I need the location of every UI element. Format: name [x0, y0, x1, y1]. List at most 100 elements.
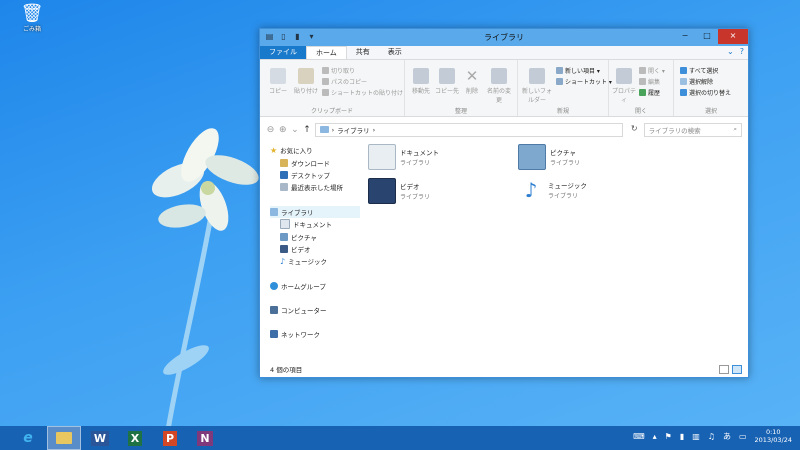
volume-icon[interactable]: ♫ — [708, 432, 715, 441]
recent-dropdown-icon[interactable]: ⌄ — [290, 125, 299, 135]
paste-shortcut-button[interactable]: ショートカットの貼り付け — [322, 88, 403, 97]
libraries-icon — [270, 207, 278, 216]
tab-view[interactable]: 表示 — [379, 46, 411, 59]
open-button[interactable]: 開く ▾ — [639, 66, 665, 75]
expand-ribbon-icon[interactable]: ⌄ — [727, 47, 734, 56]
nav-network[interactable]: ネットワーク — [270, 328, 360, 340]
rename-button[interactable]: 名前の変更 — [485, 68, 513, 104]
documents-icon — [280, 219, 290, 230]
explorer-app-icon[interactable] — [47, 426, 81, 450]
copy-to-button[interactable]: コピー先 — [435, 68, 459, 95]
content-pane: ドキュメント ライブラリ ピクチャ ライブラリ ビデオ ライブラリ ♪ ミュージックラ… — [368, 144, 738, 364]
copy-path-button[interactable]: パスのコピー — [322, 77, 367, 86]
paste-button[interactable]: 貼り付け — [292, 68, 320, 95]
cut-button[interactable]: 切り取り — [322, 66, 355, 75]
ie-app-icon[interactable]: e — [12, 427, 44, 449]
shortcut-button[interactable]: ショートカット ▾ — [556, 77, 612, 86]
select-none-icon — [680, 78, 687, 85]
word-app-icon[interactable]: W — [84, 427, 116, 449]
select-all-icon — [680, 67, 687, 74]
new-folder-icon — [529, 68, 545, 84]
desktop-icon — [280, 170, 288, 179]
nav-downloads[interactable]: ダウンロード — [270, 156, 360, 168]
new-item-button[interactable]: 新しい項目 ▾ — [556, 66, 600, 75]
invert-selection-icon — [680, 89, 687, 96]
up-arrow-icon[interactable]: ↑ — [302, 125, 311, 135]
nav-homegroup[interactable]: ホームグループ — [270, 280, 360, 292]
tab-share[interactable]: 共有 — [347, 46, 379, 59]
nav-recent[interactable]: 最近表示した場所 — [270, 181, 360, 193]
nav-videos[interactable]: ビデオ — [270, 243, 360, 255]
keyboard-icon[interactable]: ⌨ — [633, 432, 645, 441]
properties-button[interactable]: プロパティ — [611, 68, 637, 104]
new-group: 新しいフォルダー 新しい項目 ▾ ショートカット ▾ 新規 — [518, 60, 612, 116]
history-button[interactable]: 履歴 — [639, 88, 660, 97]
maximize-button[interactable]: □ — [696, 29, 718, 44]
network-tray-icon[interactable]: ▥ — [692, 432, 700, 441]
delete-button[interactable]: ✕ 削除 — [461, 68, 483, 95]
new-item-icon — [556, 67, 563, 74]
edit-icon — [639, 78, 646, 85]
scissors-icon — [322, 67, 329, 74]
excel-app-icon[interactable]: X — [119, 427, 151, 449]
flag-icon[interactable]: ⚑ — [665, 432, 672, 441]
organize-group: 移動先 コピー先 ✕ 削除 名前の変更 整理 — [405, 60, 518, 116]
music-note-icon: ♪ — [280, 256, 286, 266]
select-group: すべて選択 選択解除 選択の切り替え 選択 — [674, 60, 748, 116]
nav-documents[interactable]: ドキュメント — [270, 218, 360, 230]
invert-selection-button[interactable]: 選択の切り替え — [680, 88, 731, 97]
minimize-button[interactable]: − — [674, 29, 696, 44]
open-group: プロパティ 開く ▾ 編集 履歴 開く — [609, 60, 674, 116]
videos-icon — [280, 244, 288, 253]
homegroup-icon — [270, 281, 278, 290]
select-none-button[interactable]: 選択解除 — [680, 77, 713, 86]
library-documents[interactable]: ドキュメント ライブラリ — [368, 144, 439, 170]
notification-icon[interactable]: ▭ — [739, 432, 747, 441]
navigation-bar: ⊖ ⊕ ⌄ ↑ › ライブラリ › ↻ ライブラリの検索 ⌕ — [260, 121, 748, 138]
select-all-button[interactable]: すべて選択 — [680, 66, 718, 75]
nav-music[interactable]: ♪ ミュージック — [270, 255, 360, 267]
copy-icon — [270, 68, 286, 84]
nav-libraries[interactable]: ライブラリ — [270, 205, 360, 218]
recycle-bin-icon: 🗑 — [20, 3, 44, 24]
forward-arrow-icon[interactable]: ⊕ — [278, 125, 287, 135]
new-folder-button[interactable]: 新しいフォルダー — [522, 68, 552, 104]
recent-places-icon — [280, 183, 288, 192]
signal-icon[interactable]: ▮ — [680, 432, 684, 441]
refresh-icon[interactable]: ↻ — [631, 124, 638, 133]
address-path[interactable]: ライブラリ — [337, 125, 370, 135]
nav-desktop[interactable]: デスクトップ — [270, 169, 360, 181]
search-box[interactable]: ライブラリの検索 ⌕ — [643, 122, 742, 137]
show-hidden-icons-icon[interactable]: ▴ — [653, 432, 657, 441]
close-button[interactable]: × — [718, 29, 748, 44]
network-icon — [270, 330, 278, 339]
back-arrow-icon[interactable]: ⊖ — [266, 125, 275, 135]
move-to-button[interactable]: 移動先 — [409, 68, 433, 95]
history-icon — [639, 89, 646, 96]
library-videos[interactable]: ビデオ ライブラリ — [368, 178, 430, 204]
recycle-bin[interactable]: 🗑 ごみ箱 — [14, 3, 50, 34]
title-bar[interactable]: ▤ ▯ ▮ ▾ ライブラリ − □ × — [260, 29, 748, 46]
wallpaper-flower — [151, 128, 259, 426]
nav-pictures[interactable]: ピクチャ — [270, 230, 360, 242]
pictures-library-icon — [518, 144, 546, 170]
nav-computer[interactable]: コンピューター — [270, 304, 360, 316]
tab-home[interactable]: ホーム — [306, 46, 347, 59]
clock[interactable]: 0:10 2013/03/24 — [755, 428, 792, 444]
navigation-pane: ★ お気に入り ダウンロード デスクトップ 最近表示した場所 ライブラリ ドキュメ… — [270, 144, 360, 341]
copy-button[interactable]: コピー — [266, 68, 290, 95]
tab-file[interactable]: ファイル — [260, 46, 306, 59]
edit-button[interactable]: 編集 — [639, 77, 660, 86]
nav-favorites[interactable]: ★ お気に入り — [270, 144, 360, 156]
copy-path-icon — [322, 78, 329, 85]
rename-icon — [491, 68, 507, 84]
onenote-app-icon[interactable]: N — [189, 427, 221, 449]
library-pictures[interactable]: ピクチャ ライブラリ — [518, 144, 580, 170]
details-view-icon[interactable] — [719, 364, 729, 374]
library-music[interactable]: ♪ ミュージック ライブラリ — [518, 178, 587, 202]
powerpoint-app-icon[interactable]: P — [154, 427, 186, 449]
address-bar[interactable]: › ライブラリ › ↻ — [314, 122, 638, 137]
ime-icon[interactable]: あ — [723, 431, 731, 442]
help-icon[interactable]: ? — [740, 47, 744, 56]
large-icons-view-icon[interactable] — [732, 364, 742, 374]
